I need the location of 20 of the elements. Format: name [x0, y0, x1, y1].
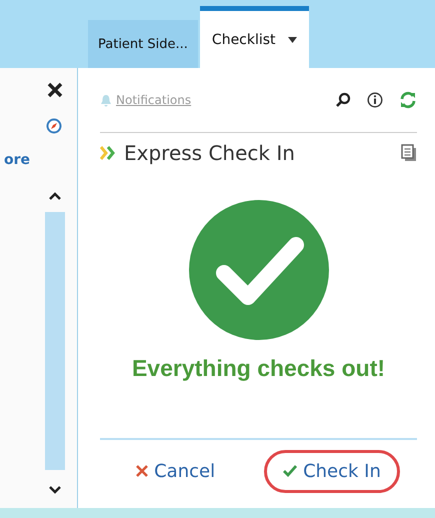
more-link[interactable]: ore: [4, 152, 30, 168]
documents-icon[interactable]: [401, 144, 417, 162]
scroll-track[interactable]: [45, 212, 65, 470]
down-chevron-icon[interactable]: [49, 486, 61, 494]
checkmark-icon: [283, 465, 298, 477]
search-icon[interactable]: [335, 92, 351, 108]
tab[interactable]: Patient Side...: [88, 20, 198, 68]
up-chevron-icon[interactable]: [49, 192, 61, 200]
tab[interactable]: Checklist: [200, 6, 309, 68]
cancel-button[interactable]: Cancel: [117, 450, 234, 492]
refresh-icon[interactable]: [399, 91, 417, 109]
success-message: Everything checks out!: [132, 355, 386, 382]
bell-icon: [100, 94, 112, 106]
check-in-button[interactable]: Check In: [264, 450, 400, 492]
compass-icon[interactable]: [46, 118, 62, 134]
close-icon[interactable]: [47, 82, 63, 98]
checkmark-icon: [188, 199, 330, 341]
panel-title: Express Check In: [124, 141, 295, 165]
info-icon[interactable]: [367, 92, 383, 108]
close-icon: [136, 465, 148, 477]
